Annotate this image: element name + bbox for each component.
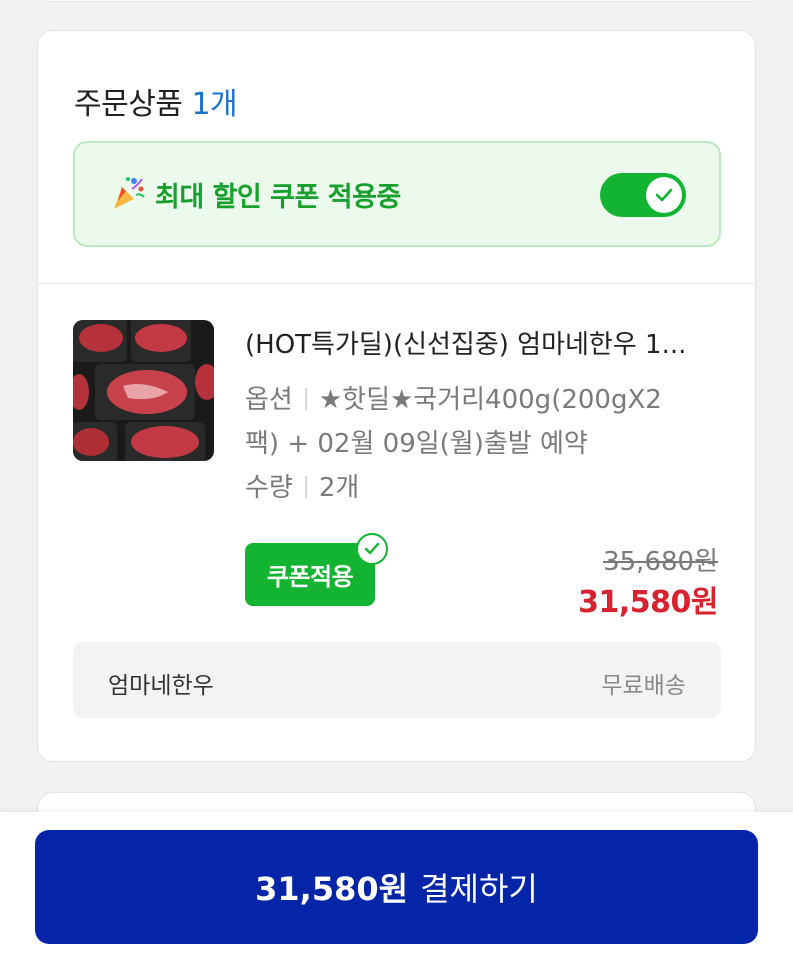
bottom-pay-bar: 31,580원 결제하기	[0, 812, 793, 960]
divider	[38, 283, 755, 284]
original-price: 35,680원	[603, 547, 718, 577]
option-value-1: ★핫딜★국거리400g(200gX2	[318, 385, 662, 415]
seller-name: 엄마네한우	[108, 673, 214, 699]
max-coupon-banner[interactable]: 최대 할인 쿠폰 적용중	[73, 141, 721, 247]
coupon-check-icon	[356, 533, 388, 565]
section-title: 주문상품 1개	[74, 79, 238, 123]
option-label: 옵션	[245, 385, 293, 415]
sale-price: 31,580원	[578, 585, 718, 620]
pay-button[interactable]: 31,580원 결제하기	[35, 830, 758, 944]
shipping-fee: 무료배송	[601, 673, 686, 699]
quantity-label: 수량	[245, 473, 293, 503]
toggle-knob	[646, 177, 682, 213]
previous-card-edge	[37, 0, 758, 2]
separator	[304, 476, 307, 498]
item-count: 1개	[191, 87, 238, 122]
separator	[304, 388, 307, 410]
pay-amount: 31,580원	[255, 870, 409, 908]
quantity-row: 수량 2개	[245, 467, 359, 504]
meat-tray-image	[73, 320, 214, 461]
coupon-toggle[interactable]	[600, 173, 686, 217]
product-image[interactable]	[73, 320, 214, 461]
order-items-card: 주문상품 1개 최대 할인 쿠폰 적용중 (HOT특가딜)(신선집중) 엄마네한…	[37, 30, 756, 762]
option-value-2: 팩) + 02월 09일(월)출발 예약	[245, 429, 588, 459]
seller-shipping-box: 엄마네한우 무료배송	[73, 642, 721, 718]
quantity-value: 2개	[318, 473, 360, 503]
check-icon	[364, 542, 380, 555]
check-icon	[655, 188, 673, 202]
section-title-label: 주문상품	[74, 87, 183, 122]
option-row: 옵션 ★핫딜★국거리400g(200gX2	[245, 379, 662, 416]
coupon-banner-text: 최대 할인 쿠폰 적용중	[155, 182, 401, 213]
pay-label: 결제하기	[420, 870, 538, 908]
product-name[interactable]: (HOT특가딜)(신선집중) 엄마네한우 1...	[245, 324, 725, 361]
option-row-continued: 팩) + 02월 09일(월)출발 예약	[245, 423, 588, 460]
party-popper-icon	[114, 177, 145, 209]
